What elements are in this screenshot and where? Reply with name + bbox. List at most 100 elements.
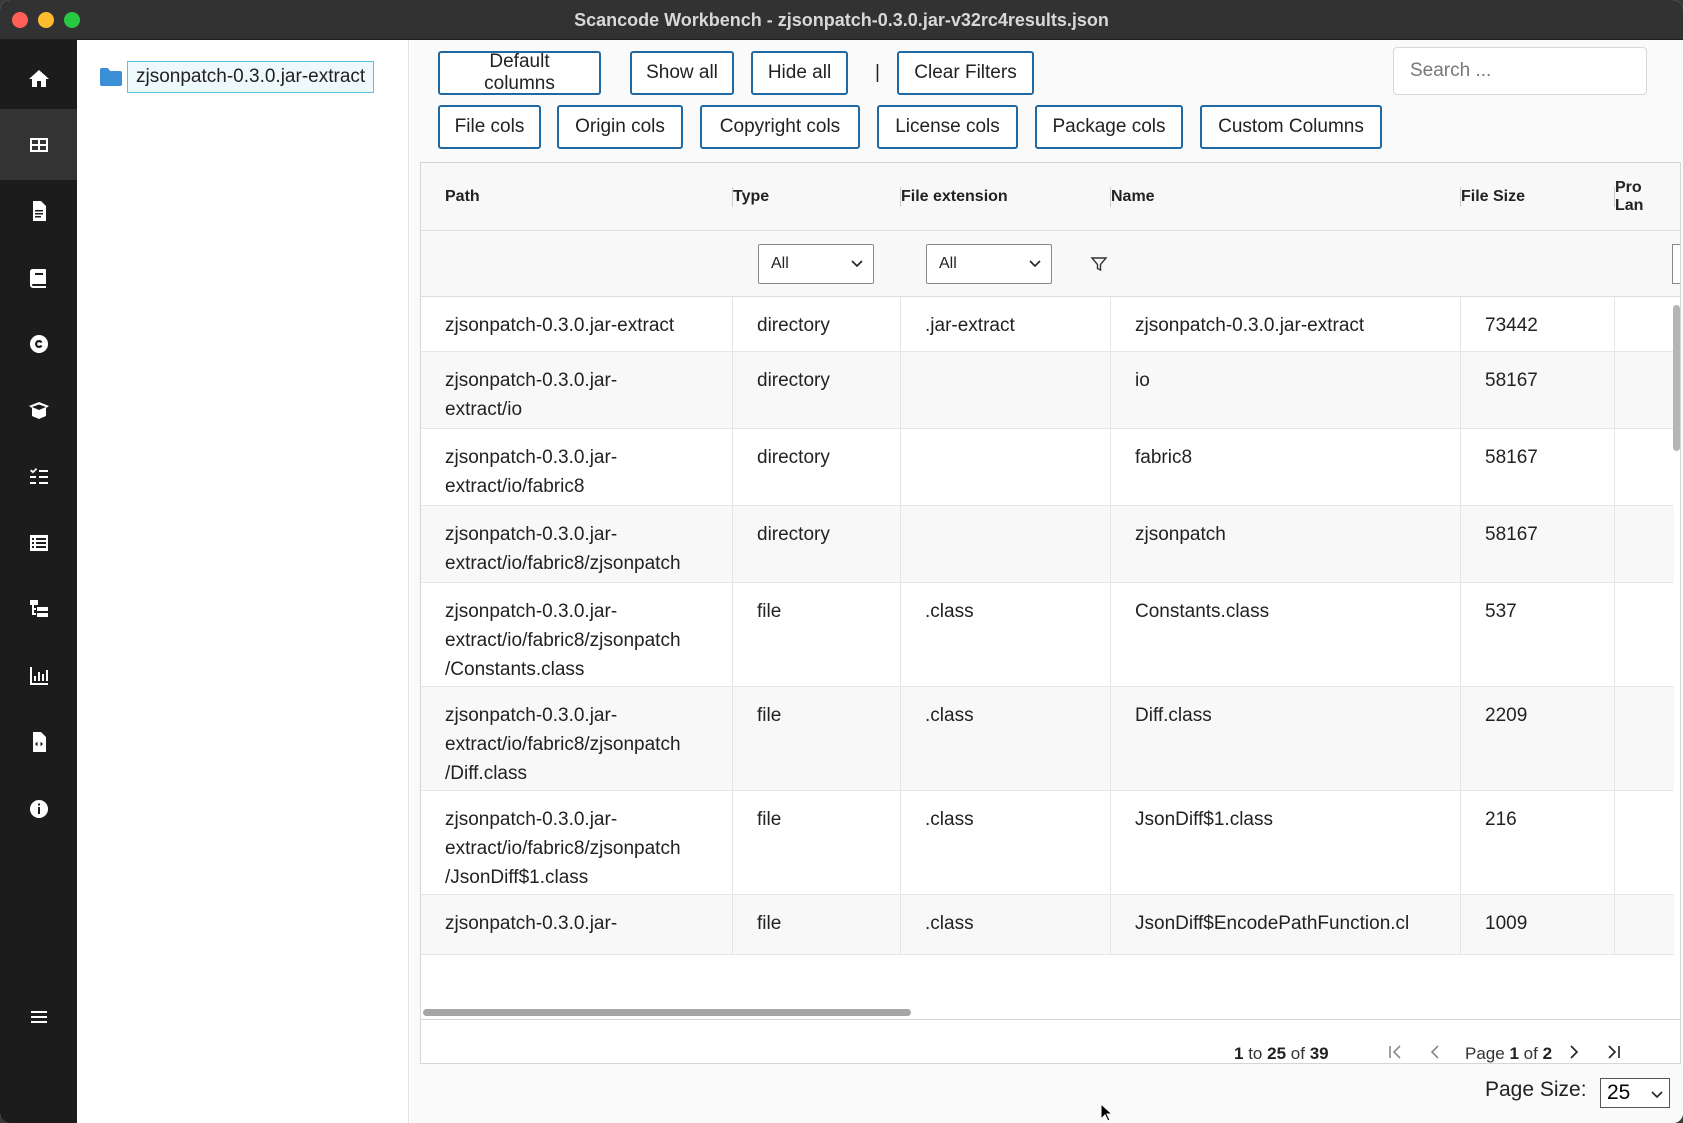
home-icon: [28, 69, 49, 87]
column-divider: [1614, 583, 1615, 687]
file-icon: [32, 200, 46, 221]
first-page-icon[interactable]: [1385, 1042, 1405, 1062]
hide-all-button[interactable]: Hide all: [751, 51, 848, 95]
custom-columns-button[interactable]: Custom Columns: [1200, 105, 1382, 149]
column-divider: [1460, 429, 1461, 506]
cell-file-size: 1009: [1485, 913, 1528, 934]
row-range-summary: 1 to 25 of 39: [1234, 1044, 1329, 1063]
main-content: Default columns Show all Hide all | Clea…: [410, 40, 1683, 1123]
cell-path: zjsonpatch-0.3.0.jar- extract/io/fabric8…: [445, 705, 681, 784]
cell-name: io: [1135, 370, 1150, 391]
header-path[interactable]: Path: [421, 163, 733, 231]
column-divider: [1614, 895, 1615, 955]
header-type[interactable]: Type: [709, 163, 877, 231]
header-programming-language[interactable]: Pro Lan: [1591, 163, 1680, 231]
table-row[interactable]: zjsonpatch-0.3.0.jar- extract/io/fabric8…: [421, 429, 1674, 506]
sidebar-item-dependencies[interactable]: [0, 573, 77, 644]
table-row[interactable]: zjsonpatch-0.3.0.jar-file .class JsonDiff$…: [421, 895, 1674, 955]
search-input[interactable]: [1393, 47, 1647, 95]
file-cols-button[interactable]: File cols: [438, 105, 541, 149]
table-row[interactable]: zjsonpatch-0.3.0.jar-extract directory .ja…: [421, 297, 1674, 352]
header-file-size[interactable]: File Size: [1437, 163, 1591, 231]
toolbar-separator: |: [875, 62, 880, 83]
column-divider: [732, 687, 733, 791]
page-size-select[interactable]: 25: [1600, 1078, 1670, 1108]
cell-file-extension: .class: [925, 601, 974, 622]
cell-type: directory: [757, 524, 830, 545]
offscreen-filter-select[interactable]: [1672, 244, 1680, 284]
table-row[interactable]: zjsonpatch-0.3.0.jar- extract/io/fabric8…: [421, 583, 1674, 687]
sidebar-item-list[interactable]: [0, 507, 77, 578]
hierarchy-icon: [29, 599, 48, 617]
sidebar-item-packages[interactable]: [0, 374, 77, 445]
checklist-icon: [29, 467, 48, 484]
last-page-icon[interactable]: [1604, 1042, 1624, 1062]
cell-name: fabric8: [1135, 447, 1193, 468]
chevron-down-icon: [1029, 260, 1041, 268]
mouse-cursor-icon: [1100, 1103, 1114, 1122]
extension-filter-select[interactable]: All: [926, 244, 1052, 284]
table-row[interactable]: zjsonpatch-0.3.0.jar- extract/io/fabric8…: [421, 506, 1674, 583]
column-divider: [1460, 352, 1461, 429]
sidebar-item-charts[interactable]: [0, 640, 77, 711]
cell-path: zjsonpatch-0.3.0.jar-extract: [445, 315, 675, 336]
sidebar-item-file-code[interactable]: [0, 706, 77, 777]
column-divider: [900, 297, 901, 352]
sidebar-item-file-info[interactable]: [0, 175, 77, 246]
filter-funnel-icon[interactable]: [1090, 255, 1108, 273]
sidebar-item-table-view[interactable]: [0, 109, 77, 180]
sidebar-item-about[interactable]: [0, 773, 77, 844]
page-size-label: Page Size:: [1485, 1078, 1587, 1101]
column-divider: [1110, 297, 1111, 352]
title-bar: Scancode Workbench - zjsonpatch-0.3.0.ja…: [0, 0, 1683, 40]
next-page-icon[interactable]: [1564, 1042, 1584, 1062]
sidebar-item-scan-info[interactable]: [0, 441, 77, 512]
header-name[interactable]: Name: [1087, 163, 1437, 231]
clear-filters-button[interactable]: Clear Filters: [897, 51, 1034, 95]
sidebar-menu-toggle[interactable]: [0, 981, 77, 1052]
table-row[interactable]: zjsonpatch-0.3.0.jar- extract/io director…: [421, 352, 1674, 429]
cell-name: Diff.class: [1135, 705, 1212, 726]
tree-node-label[interactable]: zjsonpatch-0.3.0.jar-extract: [127, 61, 375, 93]
type-filter-select[interactable]: All: [758, 244, 874, 284]
sidebar-item-copyrights[interactable]: [0, 308, 77, 379]
package-icon: [28, 401, 49, 419]
horizontal-scrollbar[interactable]: [423, 1009, 911, 1016]
column-divider: [732, 895, 733, 955]
cell-path: zjsonpatch-0.3.0.jar- extract/io/fabric8: [445, 447, 618, 497]
show-all-button[interactable]: Show all: [630, 51, 734, 95]
extension-filter-value: All: [939, 255, 957, 272]
table-row[interactable]: zjsonpatch-0.3.0.jar- extract/io/fabric8…: [421, 791, 1674, 895]
page-indicator: Page 1 of 2: [1465, 1044, 1553, 1063]
table-row[interactable]: zjsonpatch-0.3.0.jar- extract/io/fabric8…: [421, 687, 1674, 791]
tree-node-root[interactable]: zjsonpatch-0.3.0.jar-extract: [99, 61, 375, 93]
column-divider: [900, 506, 901, 583]
package-cols-button[interactable]: Package cols: [1035, 105, 1183, 149]
copyright-cols-button[interactable]: Copyright cols: [700, 105, 860, 149]
window-title: Scancode Workbench - zjsonpatch-0.3.0.ja…: [574, 10, 1109, 30]
column-divider: [1110, 895, 1111, 955]
license-cols-button[interactable]: License cols: [877, 105, 1018, 149]
default-columns-button[interactable]: Default columns: [438, 51, 601, 95]
column-divider: [900, 429, 901, 506]
table-header: Path Type File extension Name File Size …: [421, 163, 1680, 231]
bar-chart-icon: [29, 666, 48, 685]
cell-path: zjsonpatch-0.3.0.jar- extract/io/fabric8…: [445, 524, 681, 574]
cell-type: directory: [757, 315, 830, 336]
cell-file-extension: [901, 443, 1111, 506]
column-divider: [1110, 583, 1111, 687]
vertical-scrollbar[interactable]: [1673, 305, 1680, 451]
page-size-value: 25: [1607, 1081, 1631, 1104]
sidebar-item-licenses[interactable]: [0, 242, 77, 313]
filter-row: All All: [421, 231, 1680, 297]
sidebar-item-home[interactable]: [0, 43, 77, 114]
previous-page-icon[interactable]: [1425, 1042, 1445, 1062]
column-divider: [1110, 429, 1111, 506]
column-divider: [1460, 506, 1461, 583]
cell-file-extension: .class: [925, 809, 974, 830]
origin-cols-button[interactable]: Origin cols: [557, 105, 683, 149]
column-divider: [1460, 791, 1461, 895]
column-divider: [1460, 895, 1461, 955]
column-divider: [732, 583, 733, 687]
header-file-extension[interactable]: File extension: [877, 163, 1087, 231]
